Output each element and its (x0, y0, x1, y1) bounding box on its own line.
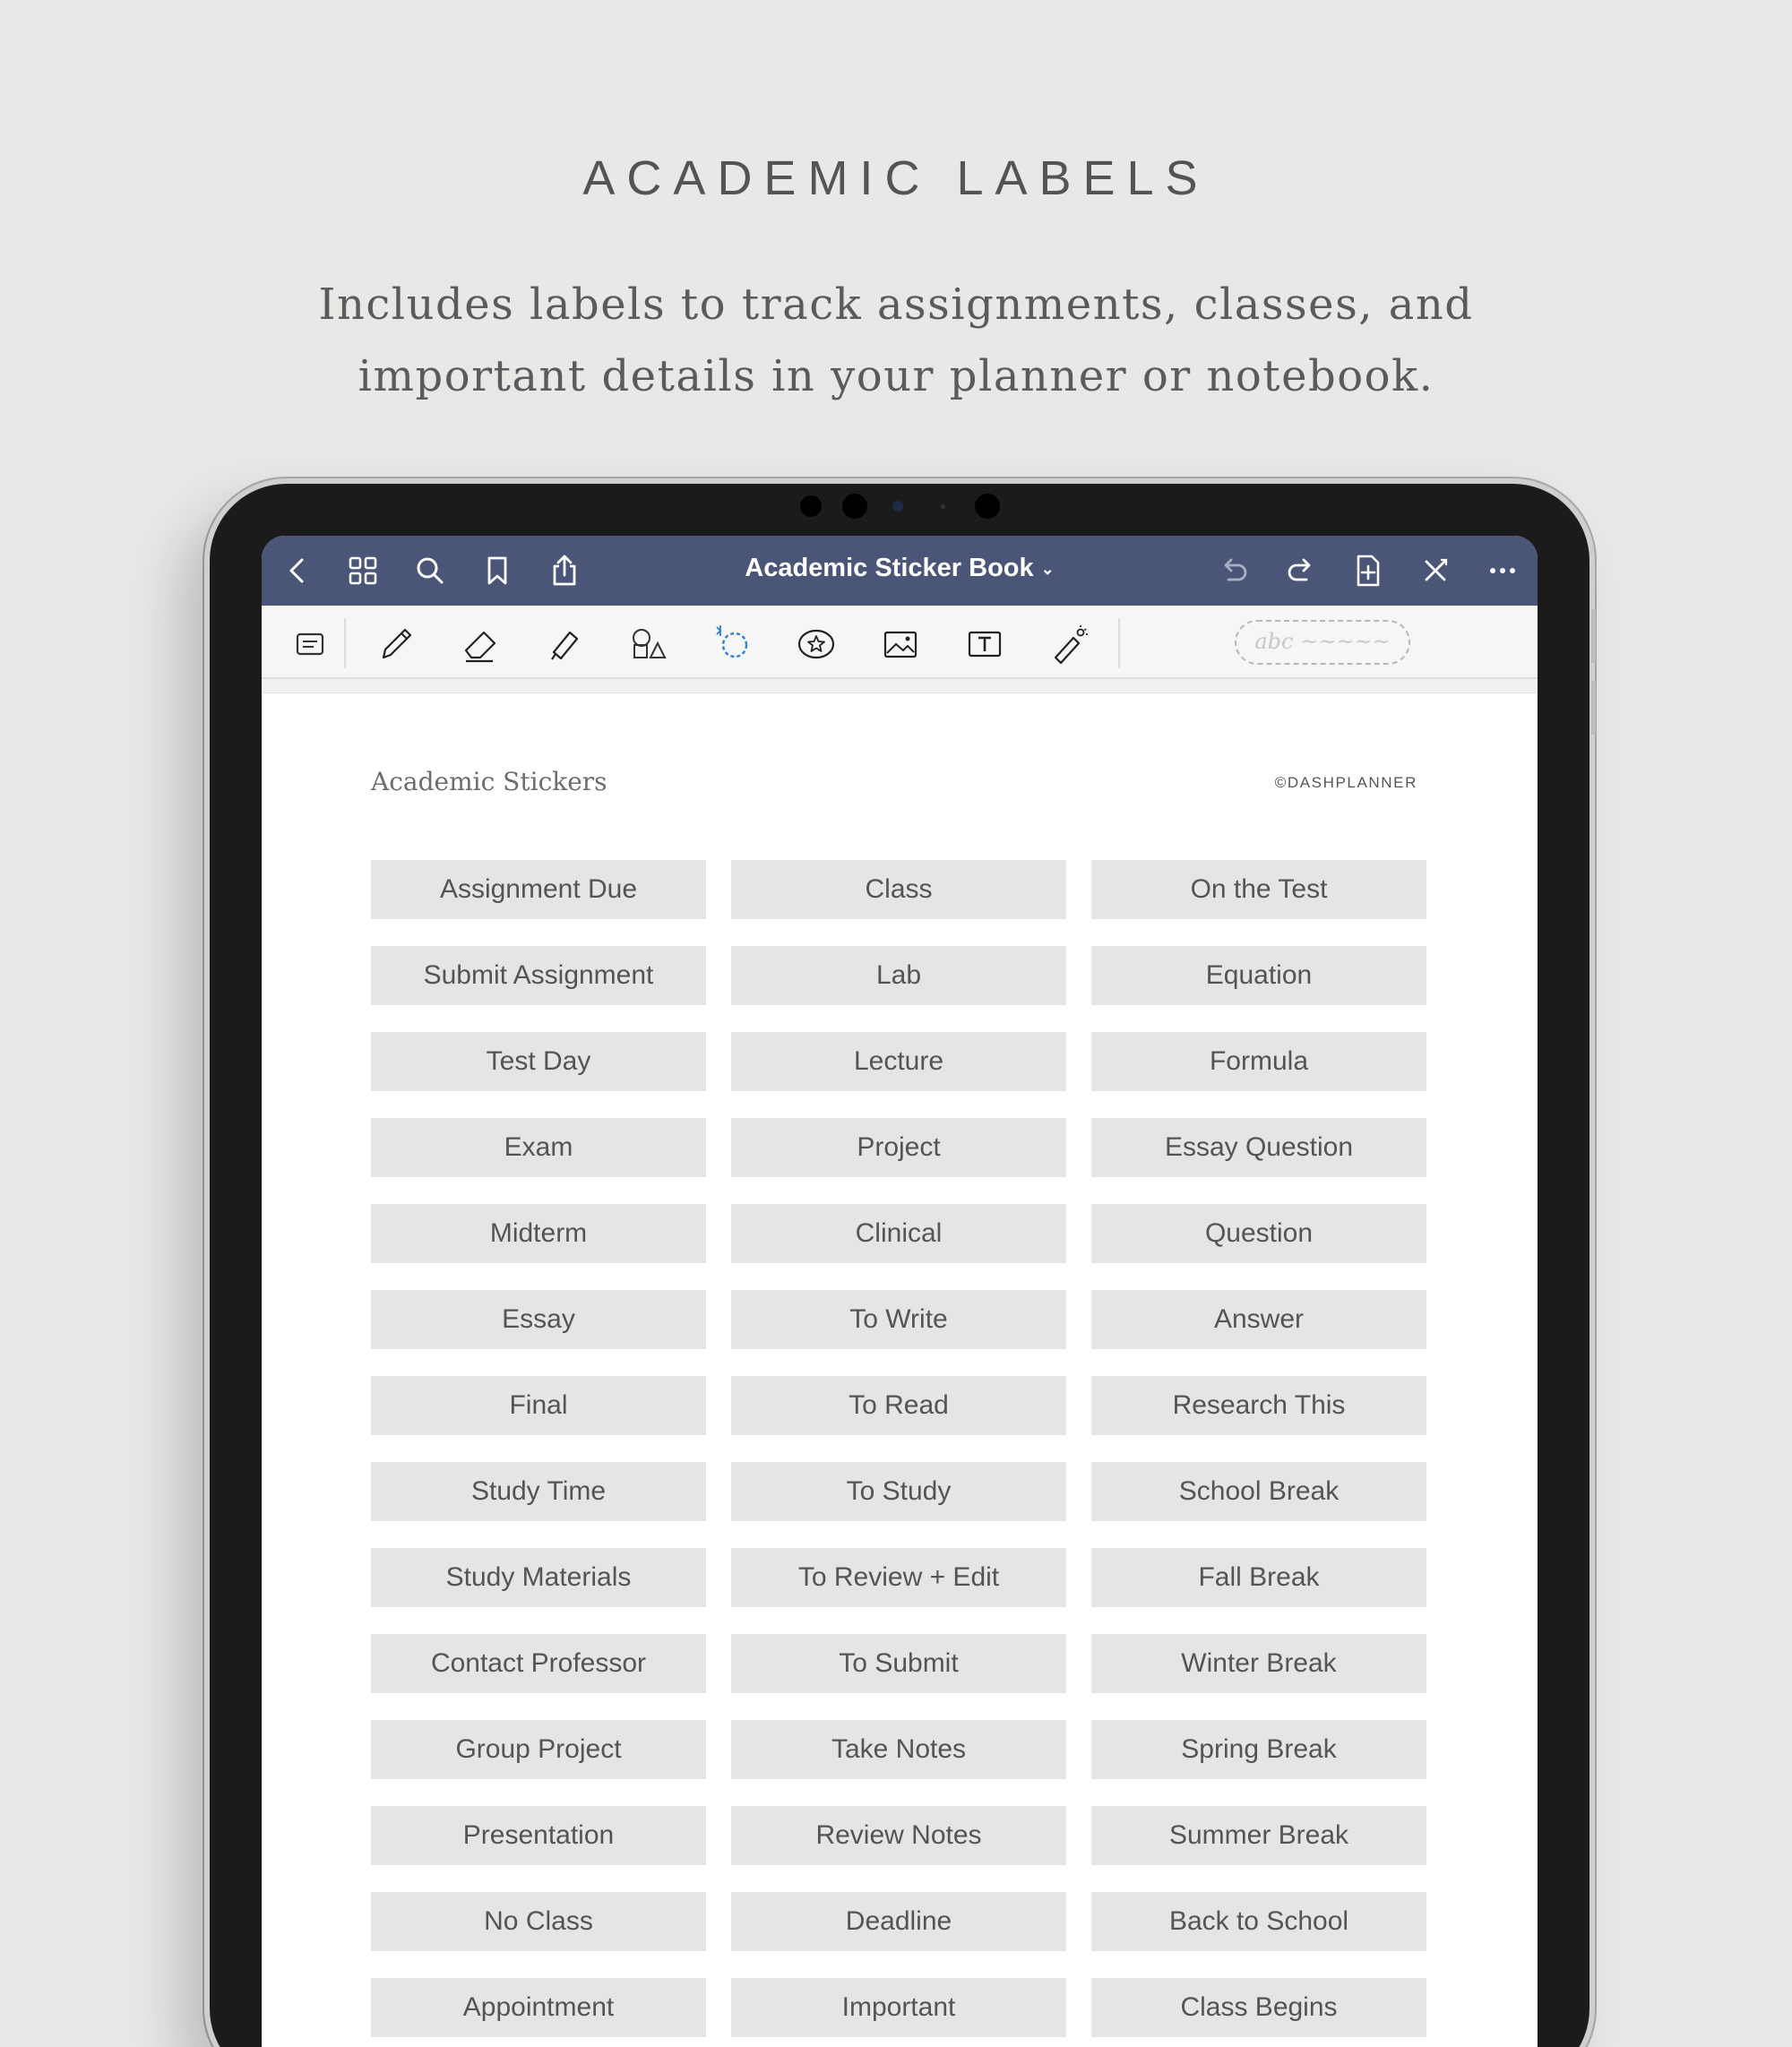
sticker-label[interactable]: Important (731, 1978, 1066, 2037)
sticker-label[interactable]: Appointment (371, 1978, 706, 2037)
lasso-icon[interactable] (710, 622, 754, 667)
sticker-label[interactable]: Assignment Due (371, 860, 706, 919)
sticker-label[interactable]: Deadline (731, 1892, 1066, 1951)
hero-subtitle-line: important details in your planner or not… (358, 351, 1434, 401)
sticker-label[interactable]: Fall Break (1091, 1548, 1426, 1607)
sticker-label[interactable]: Presentation (371, 1806, 706, 1865)
eraser-icon[interactable] (457, 622, 502, 667)
sticker-label[interactable]: Formula (1091, 1032, 1426, 1091)
sensor-dot (800, 495, 822, 517)
navigation-bar: Academic Sticker Book ⌄ (262, 536, 1538, 606)
shapes-icon[interactable] (625, 622, 670, 667)
pen-preview-button[interactable]: abc ~~~~~ (1235, 620, 1410, 665)
sticker-label[interactable]: Take Notes (731, 1720, 1066, 1779)
sticker-label[interactable]: Class (731, 860, 1066, 919)
read-mode-icon[interactable] (289, 622, 333, 667)
search-icon[interactable] (412, 553, 448, 589)
more-icon[interactable] (1485, 553, 1521, 589)
document-title-menu[interactable]: Academic Sticker Book ⌄ (631, 554, 1168, 583)
app-screen: Academic Sticker Book ⌄ abc ~~~~~ Academ… (262, 536, 1538, 2047)
hero-title: ACADEMIC LABELS (582, 151, 1210, 205)
sticker-label[interactable]: Midterm (371, 1204, 706, 1263)
sticker-label[interactable]: Essay (371, 1290, 706, 1349)
sticker-label[interactable]: On the Test (1091, 860, 1426, 919)
sticker-label[interactable]: Final (371, 1376, 706, 1435)
sticker-icon[interactable] (794, 622, 839, 667)
tool-bar: abc ~~~~~ (262, 606, 1538, 679)
sensor-dot (842, 494, 867, 519)
sticker-label[interactable]: No Class (371, 1892, 706, 1951)
sensor-dot (941, 504, 945, 509)
bookmark-icon[interactable] (479, 553, 515, 589)
hero-subtitle: Includes labels to track assignments, cl… (269, 269, 1523, 412)
hero-subtitle-line: Includes labels to track assignments, cl… (318, 280, 1474, 330)
undo-icon[interactable] (1216, 553, 1252, 589)
sticker-label[interactable]: Back to School (1091, 1892, 1426, 1951)
document-title: Academic Sticker Book (745, 554, 1034, 582)
sticker-label[interactable]: Spring Break (1091, 1720, 1426, 1779)
copyright-text: ©DASHPLANNER (1274, 774, 1417, 791)
sticker-label[interactable]: Study Time (371, 1462, 706, 1521)
share-icon[interactable] (547, 553, 582, 589)
add-page-icon[interactable] (1350, 553, 1386, 589)
camera-icon (892, 501, 903, 512)
sticker-label[interactable]: To Write (731, 1290, 1066, 1349)
sticker-label[interactable]: To Read (731, 1376, 1066, 1435)
sticker-label[interactable]: Equation (1091, 946, 1426, 1005)
highlighter-icon[interactable] (541, 622, 586, 667)
sticker-label[interactable]: Clinical (731, 1204, 1066, 1263)
sticker-label[interactable]: To Review + Edit (731, 1548, 1066, 1607)
sticker-label[interactable]: Essay Question (1091, 1118, 1426, 1177)
sticker-label[interactable]: Study Materials (371, 1548, 706, 1607)
sticker-label[interactable]: To Study (731, 1462, 1066, 1521)
sticker-label[interactable]: To Submit (731, 1634, 1066, 1693)
redo-icon[interactable] (1283, 553, 1319, 589)
pen-icon[interactable] (373, 622, 418, 667)
toolbar-divider (1118, 618, 1120, 668)
sticker-label[interactable]: Lecture (731, 1032, 1066, 1091)
sticker-label[interactable]: Answer (1091, 1290, 1426, 1349)
close-icon[interactable] (1417, 553, 1453, 589)
sticker-label[interactable]: Submit Assignment (371, 946, 706, 1005)
sticker-label[interactable]: Question (1091, 1204, 1426, 1263)
sticker-label[interactable]: Summer Break (1091, 1806, 1426, 1865)
sticker-label[interactable]: Test Day (371, 1032, 706, 1091)
notebook-page: Academic Stickers ©DASHPLANNER Assignmen… (262, 693, 1538, 2047)
sticker-label[interactable]: Class Begins (1091, 1978, 1426, 2037)
sticker-label[interactable]: Exam (371, 1118, 706, 1177)
grid-icon[interactable] (345, 553, 381, 589)
sticker-label[interactable]: School Break (1091, 1462, 1426, 1521)
sticker-grid: Assignment Due Class On the Test Submit Ass… (371, 860, 1428, 2037)
sticker-label[interactable]: Winter Break (1091, 1634, 1426, 1693)
sticker-label[interactable]: Lab (731, 946, 1066, 1005)
text-box-icon[interactable] (962, 622, 1007, 667)
sticker-label[interactable]: Research This (1091, 1376, 1426, 1435)
toolbar-divider (344, 618, 346, 668)
image-icon[interactable] (878, 622, 923, 667)
sticker-label[interactable]: Project (731, 1118, 1066, 1177)
sticker-label[interactable]: Review Notes (731, 1806, 1066, 1865)
chevron-down-icon: ⌄ (1040, 559, 1055, 578)
sticker-label[interactable]: Contact Professor (371, 1634, 706, 1693)
back-icon[interactable] (280, 553, 315, 589)
volume-button (1591, 681, 1596, 735)
toolbar-separator (262, 679, 1538, 693)
volume-button (1591, 609, 1596, 663)
sticker-label[interactable]: Group Project (371, 1720, 706, 1779)
sensor-dot (975, 494, 1000, 519)
page-title: Academic Stickers (371, 767, 607, 796)
laser-pointer-icon[interactable] (1047, 622, 1091, 667)
